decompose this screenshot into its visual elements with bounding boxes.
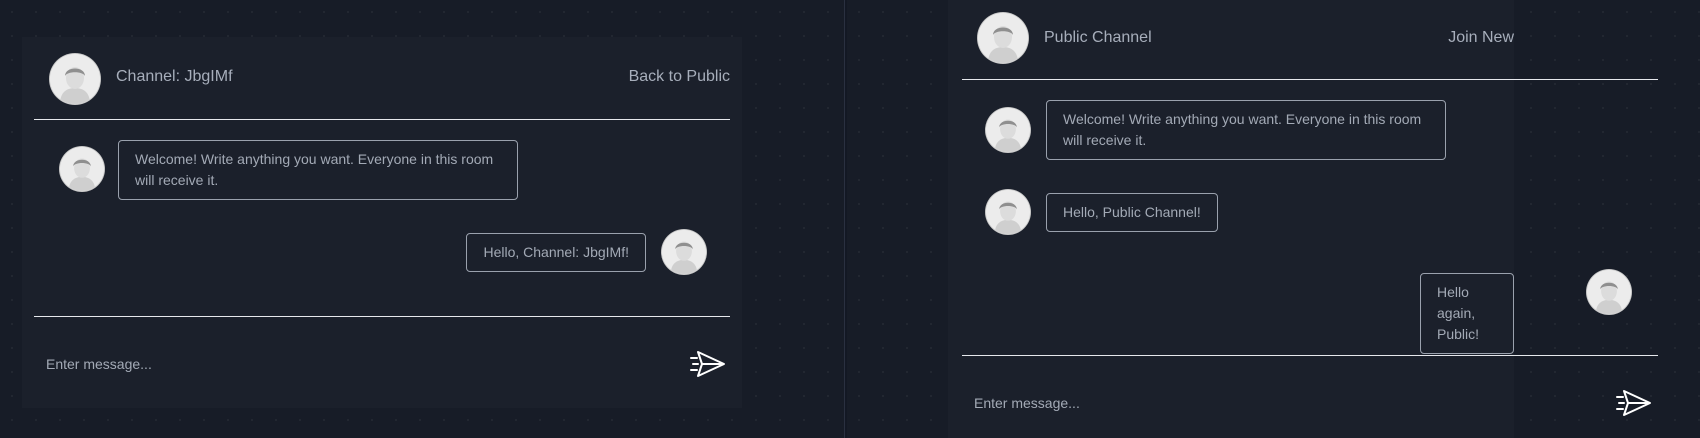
join-new-link[interactable]: Join New [1448, 29, 1514, 47]
message-bubble: Welcome! Write anything you want. Everyo… [1046, 100, 1446, 160]
message-input[interactable] [46, 353, 606, 375]
input-divider [34, 316, 730, 317]
channel-avatar-icon [978, 13, 1028, 63]
channel-title: Public Channel [1044, 29, 1152, 46]
user-avatar-icon [60, 147, 104, 191]
left-chat-header: Channel: JbgIMf Back to Public [22, 37, 742, 119]
send-icon[interactable] [1616, 387, 1652, 419]
left-chat-pane: Channel: JbgIMf Back to Public Welcome! … [0, 0, 844, 438]
header-divider [34, 119, 730, 120]
message-bubble: Hello, Channel: JbgIMf! [466, 233, 646, 272]
channel-avatar-icon [50, 54, 100, 104]
user-avatar-icon [986, 190, 1030, 234]
input-divider [962, 355, 1658, 356]
channel-title: Channel: JbgIMf [116, 68, 233, 85]
message-bubble: Hello, Public Channel! [1046, 193, 1218, 232]
header-divider [962, 79, 1658, 80]
right-chat-card: Public Channel Join New Welcome! Write a… [948, 0, 1658, 438]
message-input[interactable] [974, 392, 1514, 414]
back-to-public-link[interactable]: Back to Public [629, 68, 730, 86]
user-avatar-icon [662, 230, 706, 274]
right-chat-pane: Public Channel Join New Welcome! Write a… [847, 0, 1700, 438]
message-bubble: Hello again, Public! [1420, 273, 1514, 354]
user-avatar-icon [1587, 270, 1631, 314]
left-chat-card: Channel: JbgIMf Back to Public Welcome! … [22, 37, 742, 408]
message-bubble: Welcome! Write anything you want. Everyo… [118, 140, 518, 200]
right-chat-header: Public Channel Join New [948, 0, 1514, 82]
user-avatar-icon [986, 108, 1030, 152]
send-icon[interactable] [690, 348, 726, 380]
